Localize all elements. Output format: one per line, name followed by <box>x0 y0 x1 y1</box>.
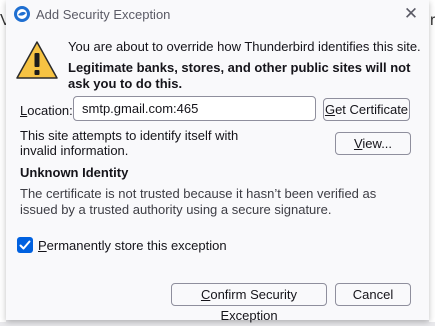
unknown-identity-description: The certificate is not trusted because i… <box>20 186 377 217</box>
view-certificate-button[interactable]: View... <box>335 132 411 155</box>
close-icon[interactable]: ✕ <box>400 3 422 25</box>
background-window-right <box>429 0 435 322</box>
thunderbird-icon <box>14 6 30 22</box>
checkmark-icon <box>19 240 31 250</box>
get-certificate-button[interactable]: Get Certificate <box>323 98 410 121</box>
location-input[interactable]: smtp.gmail.com:465 <box>73 96 316 121</box>
permanent-store-checkbox[interactable] <box>17 237 33 253</box>
confirm-security-exception-button[interactable]: Confirm Security Exception <box>171 283 327 323</box>
location-label: Location: <box>20 103 73 118</box>
cancel-button[interactable]: Cancel <box>335 283 411 306</box>
background-text-fragment: r <box>430 12 435 29</box>
permanent-store-label[interactable]: Permanently store this exception <box>38 238 227 253</box>
warning-icon <box>16 41 58 79</box>
warning-message: You are about to override how Thunderbir… <box>68 39 421 54</box>
identification-status-text: This site attempts to identify itself wi… <box>20 128 239 158</box>
title-bar: Add Security Exception ✕ <box>6 0 429 28</box>
security-exception-dialog: Add Security Exception ✕ You are about t… <box>6 0 429 323</box>
window-title: Add Security Exception <box>36 7 171 22</box>
warning-emphasis: Legitimate banks, stores, and other publ… <box>68 60 411 91</box>
unknown-identity-heading: Unknown Identity <box>20 165 129 180</box>
